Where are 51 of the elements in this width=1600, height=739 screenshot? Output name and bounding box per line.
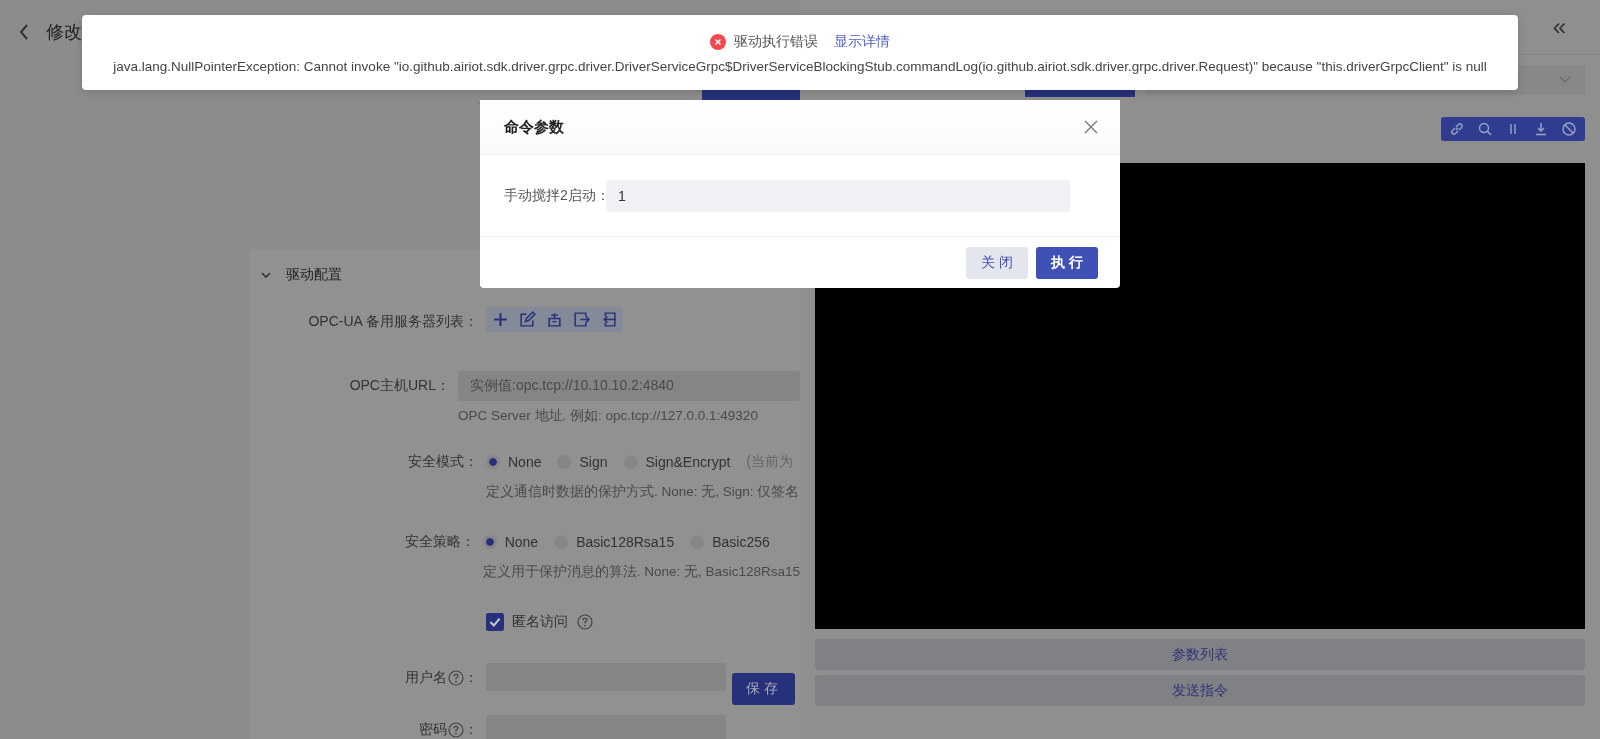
help-icon[interactable] — [448, 722, 464, 738]
colon: ： — [464, 669, 478, 687]
close-icon[interactable] — [1084, 120, 1098, 134]
edit-icon[interactable] — [519, 311, 536, 328]
field-label: 用户名 — [405, 669, 447, 687]
radio-option[interactable]: None — [482, 534, 539, 550]
chevron-icon[interactable] — [260, 269, 272, 281]
drawer-button[interactable]: 发送指令 — [815, 675, 1585, 706]
search-icon[interactable] — [1477, 121, 1493, 137]
plus-icon[interactable] — [492, 311, 509, 328]
field-label: OPC主机URL： — [349, 377, 450, 395]
error-message: java.lang.NullPointerException: Cannot invoke "io.github.airiot.sdk.driver.grpc.driver.DriverServiceGrpc$DriverServiceBlockingStub.commandLog(io.github.airiot.sdk.driver.grpc.driver.Request)" because "this.driverGrpcClient" is null — [113, 59, 1487, 74]
radio-option[interactable]: None — [486, 454, 542, 470]
download-icon[interactable] — [1533, 121, 1549, 137]
field-hint: 定义用于保护消息的算法. None: 无, Basic128Rsa15 — [482, 563, 800, 581]
text-field[interactable]: 1 — [606, 180, 1070, 212]
help-icon[interactable] — [577, 614, 593, 630]
modal-title: 命令参数 — [504, 117, 564, 137]
field-label: 安全策略： — [404, 533, 475, 551]
help-icon[interactable] — [448, 670, 464, 686]
radio-option[interactable]: Sign&Encrypt — [623, 454, 731, 470]
save-button[interactable]: 保存 — [732, 673, 795, 705]
ban-icon[interactable] — [1561, 121, 1577, 137]
checkbox-label[interactable]: 匿名访问 — [512, 613, 568, 631]
field-label: OPC-UA 备用服务器列表： — [308, 313, 478, 331]
details-link[interactable]: 显示详情 — [834, 33, 890, 51]
error-icon — [710, 34, 726, 50]
link-icon[interactable] — [1449, 121, 1465, 137]
close-button[interactable]: 关 闭 — [966, 247, 1028, 279]
field-hint: OPC Server 地址. 例如: opc.tcp://127.0.0.1:49320 — [458, 407, 759, 425]
radio-option[interactable]: Sign — [557, 454, 608, 470]
text-field[interactable]: 实例值:opc.tcp://10.10.10.2:4840 — [458, 371, 800, 401]
chevron-icon — [1559, 76, 1571, 84]
import-icon[interactable] — [600, 311, 617, 328]
back-icon[interactable] — [18, 23, 30, 41]
drawer-button[interactable]: 参数列表 — [815, 639, 1585, 670]
execute-button[interactable]: 执 行 — [1036, 247, 1098, 279]
building-icon[interactable] — [546, 311, 563, 328]
field-hint: 定义通信时数据的保护方式. None: 无, Sign: 仅签名 — [486, 483, 800, 501]
radio-option[interactable]: Basic128Rsa15 — [554, 534, 675, 550]
export-icon[interactable] — [573, 311, 590, 328]
field-label: 安全模式： — [408, 453, 478, 471]
notification-title: 驱动执行错误 — [734, 33, 818, 51]
colon: ： — [464, 721, 478, 739]
collapse-icon[interactable]: « — [1552, 13, 1566, 41]
field-label: 手动搅拌2启动： — [504, 187, 606, 205]
checkbox[interactable] — [486, 613, 504, 631]
section-title: 驱动配置 — [286, 266, 342, 284]
field-label: 密码 — [419, 721, 447, 739]
radio-option[interactable]: Basic256 — [690, 534, 770, 550]
page-title: 修改 — [46, 21, 82, 44]
